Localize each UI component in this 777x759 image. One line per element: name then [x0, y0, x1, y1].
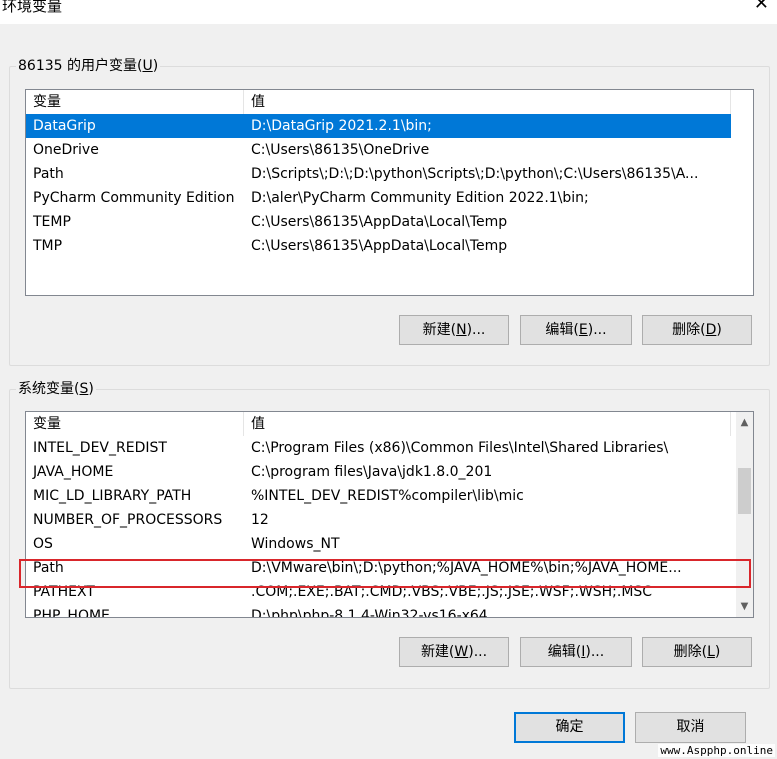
table-row[interactable]: TMP C:\Users\86135\AppData\Local\Temp — [26, 234, 731, 258]
variable-value: %INTEL_DEV_REDIST%compiler\lib\mic — [251, 488, 524, 504]
variable-value: C:\Users\86135\AppData\Local\Temp — [251, 238, 508, 254]
vertical-scrollbar[interactable]: ▲ ▼ — [736, 412, 753, 617]
variable-value: C:\Users\86135\AppData\Local\Temp — [251, 214, 508, 230]
variable-value: D:\DataGrip 2021.2.1\bin; — [251, 118, 432, 134]
system-delete-button[interactable]: 删除(L) — [642, 637, 752, 667]
table-row[interactable]: OS Windows_NT — [26, 532, 731, 556]
table-row[interactable]: PHP_HOME D:\php\php-8.1.4-Win32-vs16-x64 — [26, 604, 731, 618]
table-row[interactable]: TEMP C:\Users\86135\AppData\Local\Temp — [26, 210, 731, 234]
column-header-value[interactable]: 值 — [244, 90, 731, 114]
table-row[interactable]: PATHEXT .COM;.EXE;.BAT;.CMD;.VBS;.VBE;.JS… — [26, 580, 731, 604]
system-variables-label: 系统变量(S) — [16, 380, 96, 398]
table-row[interactable]: NUMBER_OF_PROCESSORS 12 — [26, 508, 731, 532]
variable-name: Path — [33, 560, 64, 576]
variable-value: D:\php\php-8.1.4-Win32-vs16-x64 — [251, 608, 488, 618]
system-variables-list[interactable]: 变量 值 INTEL_DEV_REDIST C:\Program Files (x… — [25, 411, 754, 618]
user-edit-button[interactable]: 编辑(E)... — [520, 315, 632, 345]
variable-value: D:\Scripts\;D:\;D:\python\Scripts\;D:\py… — [251, 166, 699, 182]
variable-name: PyCharm Community Edition — [33, 190, 235, 206]
variable-value: 12 — [251, 512, 269, 528]
variable-name: TMP — [33, 238, 63, 254]
system-edit-button[interactable]: 编辑(I)... — [520, 637, 632, 667]
scroll-up-icon[interactable]: ▲ — [736, 414, 753, 431]
table-row[interactable]: OneDrive C:\Users\86135\OneDrive — [26, 138, 731, 162]
table-row[interactable]: PyCharm Community Edition D:\aler\PyCharm… — [26, 186, 731, 210]
variable-name: INTEL_DEV_REDIST — [33, 440, 167, 456]
cancel-button[interactable]: 取消 — [635, 712, 746, 743]
list-header: 变量 值 — [26, 412, 736, 436]
variable-name: PATHEXT — [33, 584, 95, 600]
close-icon[interactable]: ✕ — [754, 0, 769, 14]
variable-value: C:\program files\Java\jdk1.8.0_201 — [251, 464, 493, 480]
table-row[interactable]: Path D:\Scripts\;D:\;D:\python\Scripts\;D… — [26, 162, 731, 186]
user-delete-button[interactable]: 删除(D) — [642, 315, 752, 345]
column-header-name[interactable]: 变量 — [26, 412, 244, 436]
user-variables-list[interactable]: 变量 值 DataGrip D:\DataGrip 2021.2.1\bin; On… — [25, 89, 754, 296]
variable-name: DataGrip — [33, 118, 96, 134]
variable-value: C:\Program Files (x86)\Common Files\Inte… — [251, 440, 669, 456]
scroll-down-icon[interactable]: ▼ — [736, 598, 753, 615]
variable-name: OneDrive — [33, 142, 99, 158]
watermark-text: www.Aspphp.online — [658, 744, 775, 757]
variable-value: Windows_NT — [251, 536, 340, 552]
table-row[interactable]: INTEL_DEV_REDIST C:\Program Files (x86)\C… — [26, 436, 731, 460]
variable-value: C:\Users\86135\OneDrive — [251, 142, 430, 158]
user-variables-label: 86135 的用户变量(U) — [16, 57, 161, 75]
ok-button[interactable]: 确定 — [514, 712, 625, 743]
variable-name: Path — [33, 166, 64, 182]
title-bar: 环境变量 ✕ — [0, 0, 777, 24]
variable-value: .COM;.EXE;.BAT;.CMD;.VBS;.VBE;.JS;.JSE;.… — [251, 584, 653, 600]
table-row[interactable]: MIC_LD_LIBRARY_PATH %INTEL_DEV_REDIST%com… — [26, 484, 731, 508]
table-row[interactable]: Path D:\VMware\bin\;D:\python;%JAVA_HOME%… — [26, 556, 731, 580]
variable-value: D:\aler\PyCharm Community Edition 2022.1… — [251, 190, 589, 206]
system-new-button[interactable]: 新建(W)... — [399, 637, 509, 667]
variable-name: JAVA_HOME — [33, 464, 114, 480]
variable-name: MIC_LD_LIBRARY_PATH — [33, 488, 192, 504]
column-header-value[interactable]: 值 — [244, 412, 731, 436]
variable-name: PHP_HOME — [33, 608, 110, 618]
scroll-thumb[interactable] — [738, 468, 751, 514]
table-row[interactable]: JAVA_HOME C:\program files\Java\jdk1.8.0_… — [26, 460, 731, 484]
user-new-button[interactable]: 新建(N)... — [399, 315, 509, 345]
variable-name: OS — [33, 536, 53, 552]
list-header: 变量 值 — [26, 90, 753, 114]
table-row[interactable]: DataGrip D:\DataGrip 2021.2.1\bin; — [26, 114, 731, 138]
variable-name: TEMP — [33, 214, 71, 230]
column-header-name[interactable]: 变量 — [26, 90, 244, 114]
variable-value: D:\VMware\bin\;D:\python;%JAVA_HOME%\bin… — [251, 560, 682, 576]
variable-name: NUMBER_OF_PROCESSORS — [33, 512, 223, 528]
window-title: 环境变量 — [2, 0, 63, 15]
